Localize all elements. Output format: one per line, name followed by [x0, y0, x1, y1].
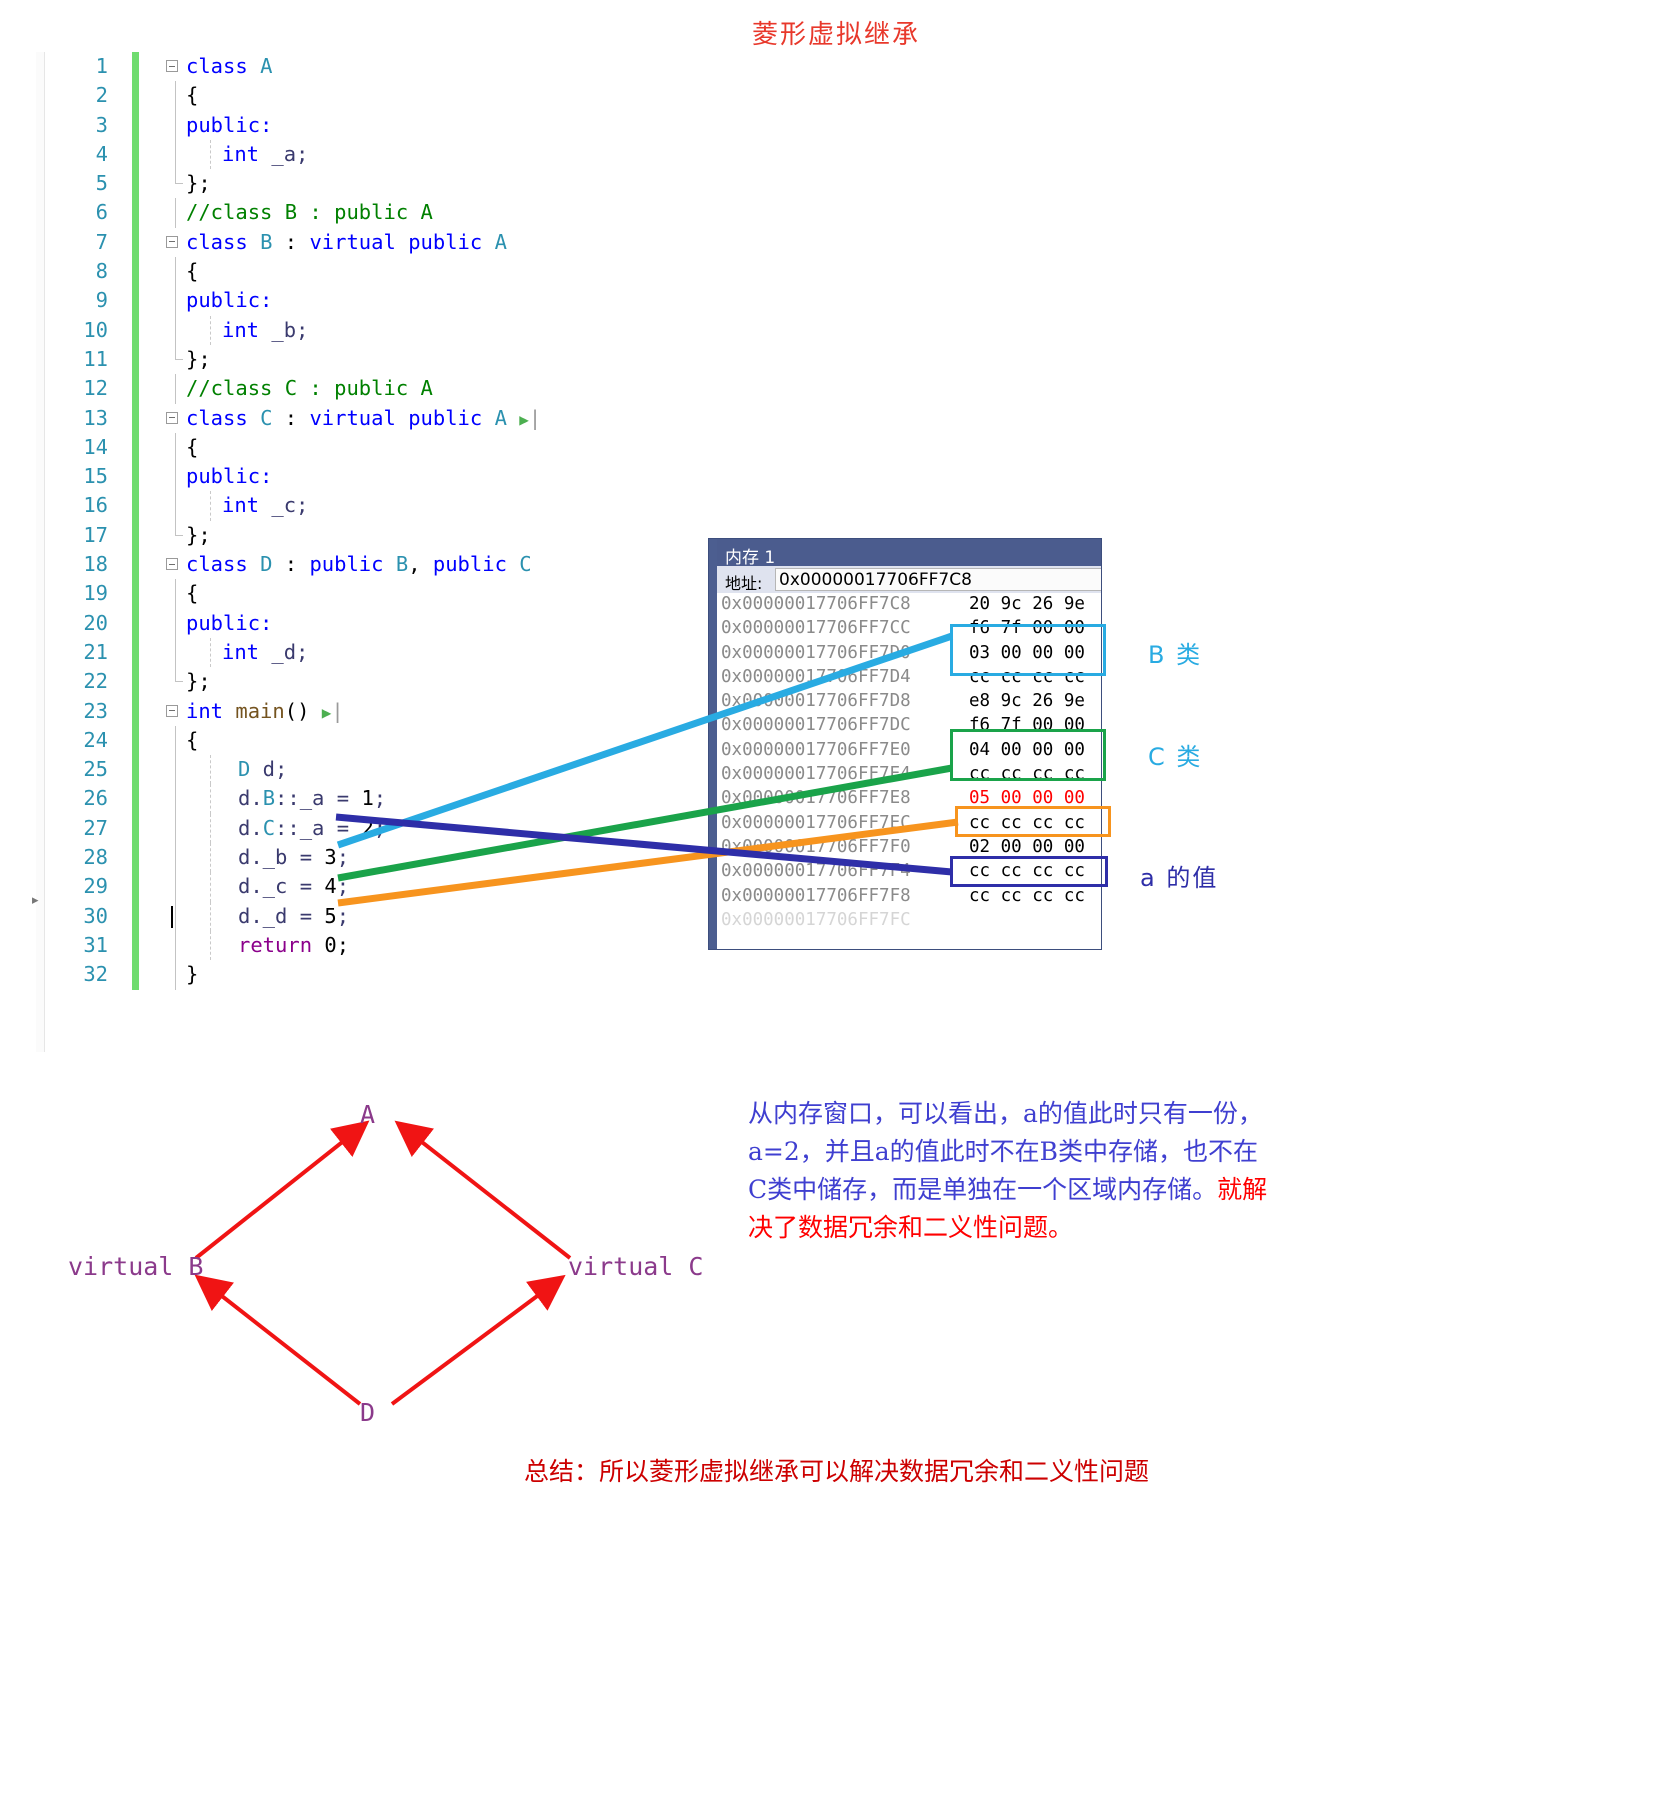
diagram-node-c: virtual C	[568, 1252, 704, 1281]
diagram-arrow-d-to-c	[390, 1274, 566, 1406]
annotation-memory-note: 从内存窗口，可以看出，a的值此时只有一份，a=2，并且a的值此时不在B类中存储，…	[748, 1095, 1268, 1247]
diagram-arrow-c-to-a	[394, 1120, 572, 1260]
diagram-node-a: A	[360, 1100, 376, 1129]
connector-blue	[336, 632, 954, 849]
diagram-arrow-b-to-a	[194, 1120, 370, 1260]
annotation-summary: 总结：所以菱形虚拟继承可以解决数据冗余和二义性问题	[524, 1457, 1150, 1486]
diagram-node-b: virtual B	[68, 1252, 204, 1281]
connector-lines	[194, 632, 959, 1406]
diagram-arrow-d-to-b	[194, 1274, 362, 1406]
annotation-memory-note-blue: 从内存窗口，可以看出，a的值此时只有一份，a=2，并且a的值此时不在B类中存储，…	[748, 1099, 1263, 1204]
diagram-node-d: D	[360, 1398, 376, 1427]
